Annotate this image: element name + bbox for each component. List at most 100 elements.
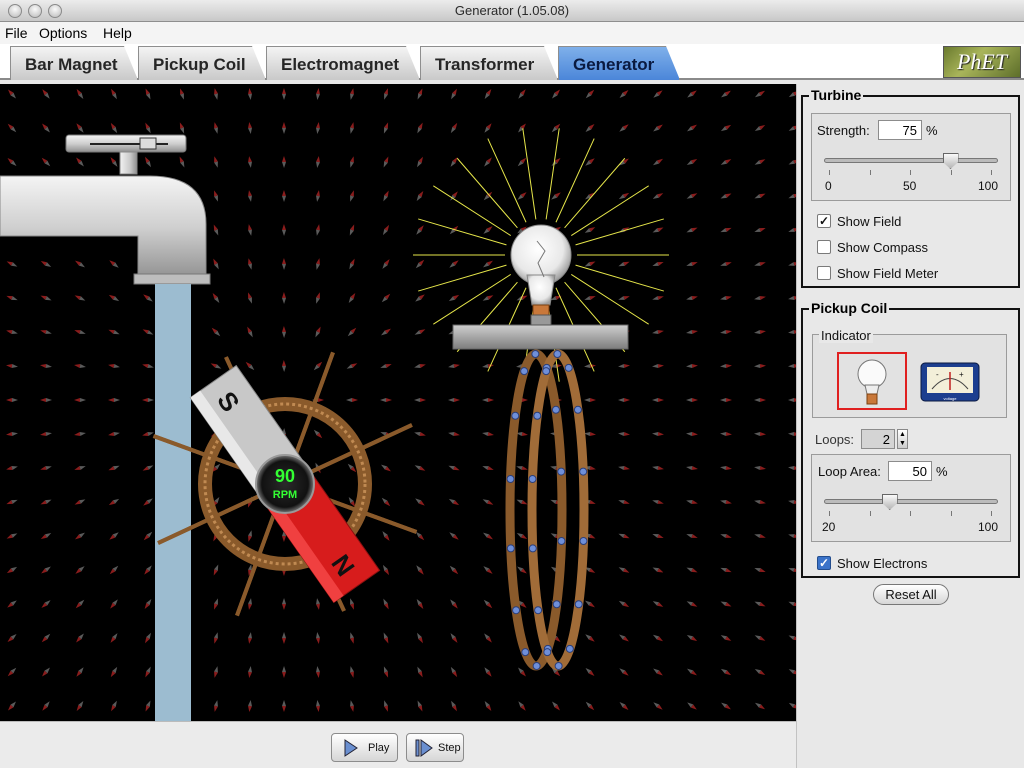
strength-tick (951, 170, 952, 175)
electron (553, 350, 562, 359)
electron (552, 600, 561, 609)
strength-field[interactable]: 75 (878, 120, 922, 140)
loop-area-tick (870, 511, 871, 516)
light-ray (571, 185, 649, 236)
lightbulb-icon (857, 359, 887, 405)
water-stream (155, 284, 191, 721)
electron (506, 544, 515, 553)
electron (557, 467, 566, 476)
faucet-icon (0, 134, 211, 285)
strength-min-label: 0 (825, 179, 832, 193)
loop-area-slider-track[interactable] (824, 499, 998, 504)
loop-area-slider-thumb[interactable] (881, 494, 898, 510)
electron (564, 363, 573, 372)
strength-max-label: 100 (978, 179, 999, 193)
tab-transformer[interactable]: Transformer (420, 46, 558, 80)
electron (573, 405, 582, 414)
light-ray (487, 138, 527, 223)
tab-generator[interactable]: Generator (558, 46, 680, 80)
tab-bar-magnet[interactable]: Bar Magnet (10, 46, 138, 80)
pickup-coil-title: Pickup Coil (809, 300, 890, 316)
tab-electromagnet[interactable]: Electromagnet (266, 46, 420, 80)
loop-area-control: Loop Area: 50 % 20 100 (811, 454, 1011, 542)
light-ray (418, 264, 507, 292)
strength-slider-track[interactable] (824, 158, 998, 163)
light-ray (545, 128, 560, 220)
electron (511, 411, 520, 420)
loops-field[interactable]: 2 (861, 429, 895, 449)
pickup-coil-icon[interactable] (505, 349, 589, 671)
electron (534, 606, 543, 615)
tab-pickup-coil[interactable]: Pickup Coil (138, 46, 266, 80)
rpm-display: 90 RPM (255, 454, 315, 514)
light-ray (433, 274, 511, 325)
voltmeter-minus: - (936, 370, 939, 379)
light-ray (433, 185, 511, 236)
show-field-label[interactable]: Show Field (837, 214, 901, 229)
phet-logo[interactable]: PhET (943, 46, 1021, 78)
rpm-value: 90 (275, 466, 295, 486)
step-button[interactable]: Step (406, 733, 464, 762)
play-icon (344, 739, 358, 757)
loop-area-tick (991, 511, 992, 516)
light-ray (456, 157, 518, 229)
show-electrons-label[interactable]: Show Electrons (837, 556, 927, 571)
menu-file[interactable]: File (5, 25, 28, 41)
loop-area-unit: % (936, 464, 948, 479)
show-field-meter-label[interactable]: Show Field Meter (837, 266, 938, 281)
voltmeter-icon: - + voltage (920, 362, 980, 402)
electron (521, 648, 530, 657)
lightbulb-indicator-button[interactable] (837, 352, 907, 410)
simulation-controls: Play Step (0, 721, 796, 768)
strength-tick (870, 170, 871, 175)
electron (565, 644, 574, 653)
show-field-checkbox[interactable] (817, 214, 831, 228)
loop-area-tick (951, 511, 952, 516)
electron (533, 411, 542, 420)
reset-all-button[interactable]: Reset All (873, 584, 949, 605)
step-icon (415, 739, 433, 757)
light-ray (418, 218, 507, 246)
loop-area-tick (910, 511, 911, 516)
loop-area-field[interactable]: 50 (888, 461, 932, 481)
window-title: Generator (1.05.08) (454, 3, 570, 18)
strength-control: Strength: 75 % 0 50 100 (811, 113, 1011, 201)
strength-unit: % (926, 123, 938, 138)
control-panel: Turbine Strength: 75 % 0 50 100 Show Fie… (796, 84, 1024, 768)
loops-label: Loops: (815, 432, 855, 447)
strength-mid-label: 50 (903, 179, 917, 193)
electron (543, 648, 552, 657)
show-compass-checkbox[interactable] (817, 240, 831, 254)
light-ray (564, 157, 626, 229)
menu-help[interactable]: Help (103, 25, 132, 41)
pickup-coil-group: Pickup Coil Indicator - + voltage Loops:… (801, 300, 1020, 578)
simulation-canvas: S N 90 RPM (0, 84, 796, 721)
light-ray (522, 128, 537, 220)
electron (551, 405, 560, 414)
play-button[interactable]: Play (331, 733, 398, 762)
loop-area-max-label: 100 (978, 520, 999, 534)
faucet-slider-knob[interactable] (139, 137, 157, 150)
electron (579, 536, 588, 545)
electron (557, 536, 566, 545)
strength-tick (910, 170, 911, 175)
show-field-meter-checkbox[interactable] (817, 266, 831, 280)
electron (528, 544, 537, 553)
step-label: Step (438, 742, 461, 754)
strength-tick (829, 170, 830, 175)
show-electrons-checkbox[interactable] (817, 556, 831, 570)
strength-slider-thumb[interactable] (942, 153, 959, 169)
turbine-group: Turbine Strength: 75 % 0 50 100 Show Fie… (801, 87, 1020, 288)
show-compass-label[interactable]: Show Compass (837, 240, 928, 255)
menu-options[interactable]: Options (39, 25, 87, 41)
electron (520, 367, 529, 376)
voltmeter-indicator-button[interactable]: - + voltage (920, 362, 980, 402)
indicator-label: Indicator (819, 328, 873, 343)
loop-area-tick (829, 511, 830, 516)
electron (542, 367, 551, 376)
play-label: Play (368, 742, 390, 754)
loops-spinner[interactable]: ▲ ▼ (897, 429, 908, 449)
voltmeter-plus: + (959, 370, 964, 379)
module-tab-bar: Bar Magnet Pickup Coil Electromagnet Tra… (0, 44, 1024, 80)
light-ray (555, 138, 595, 223)
